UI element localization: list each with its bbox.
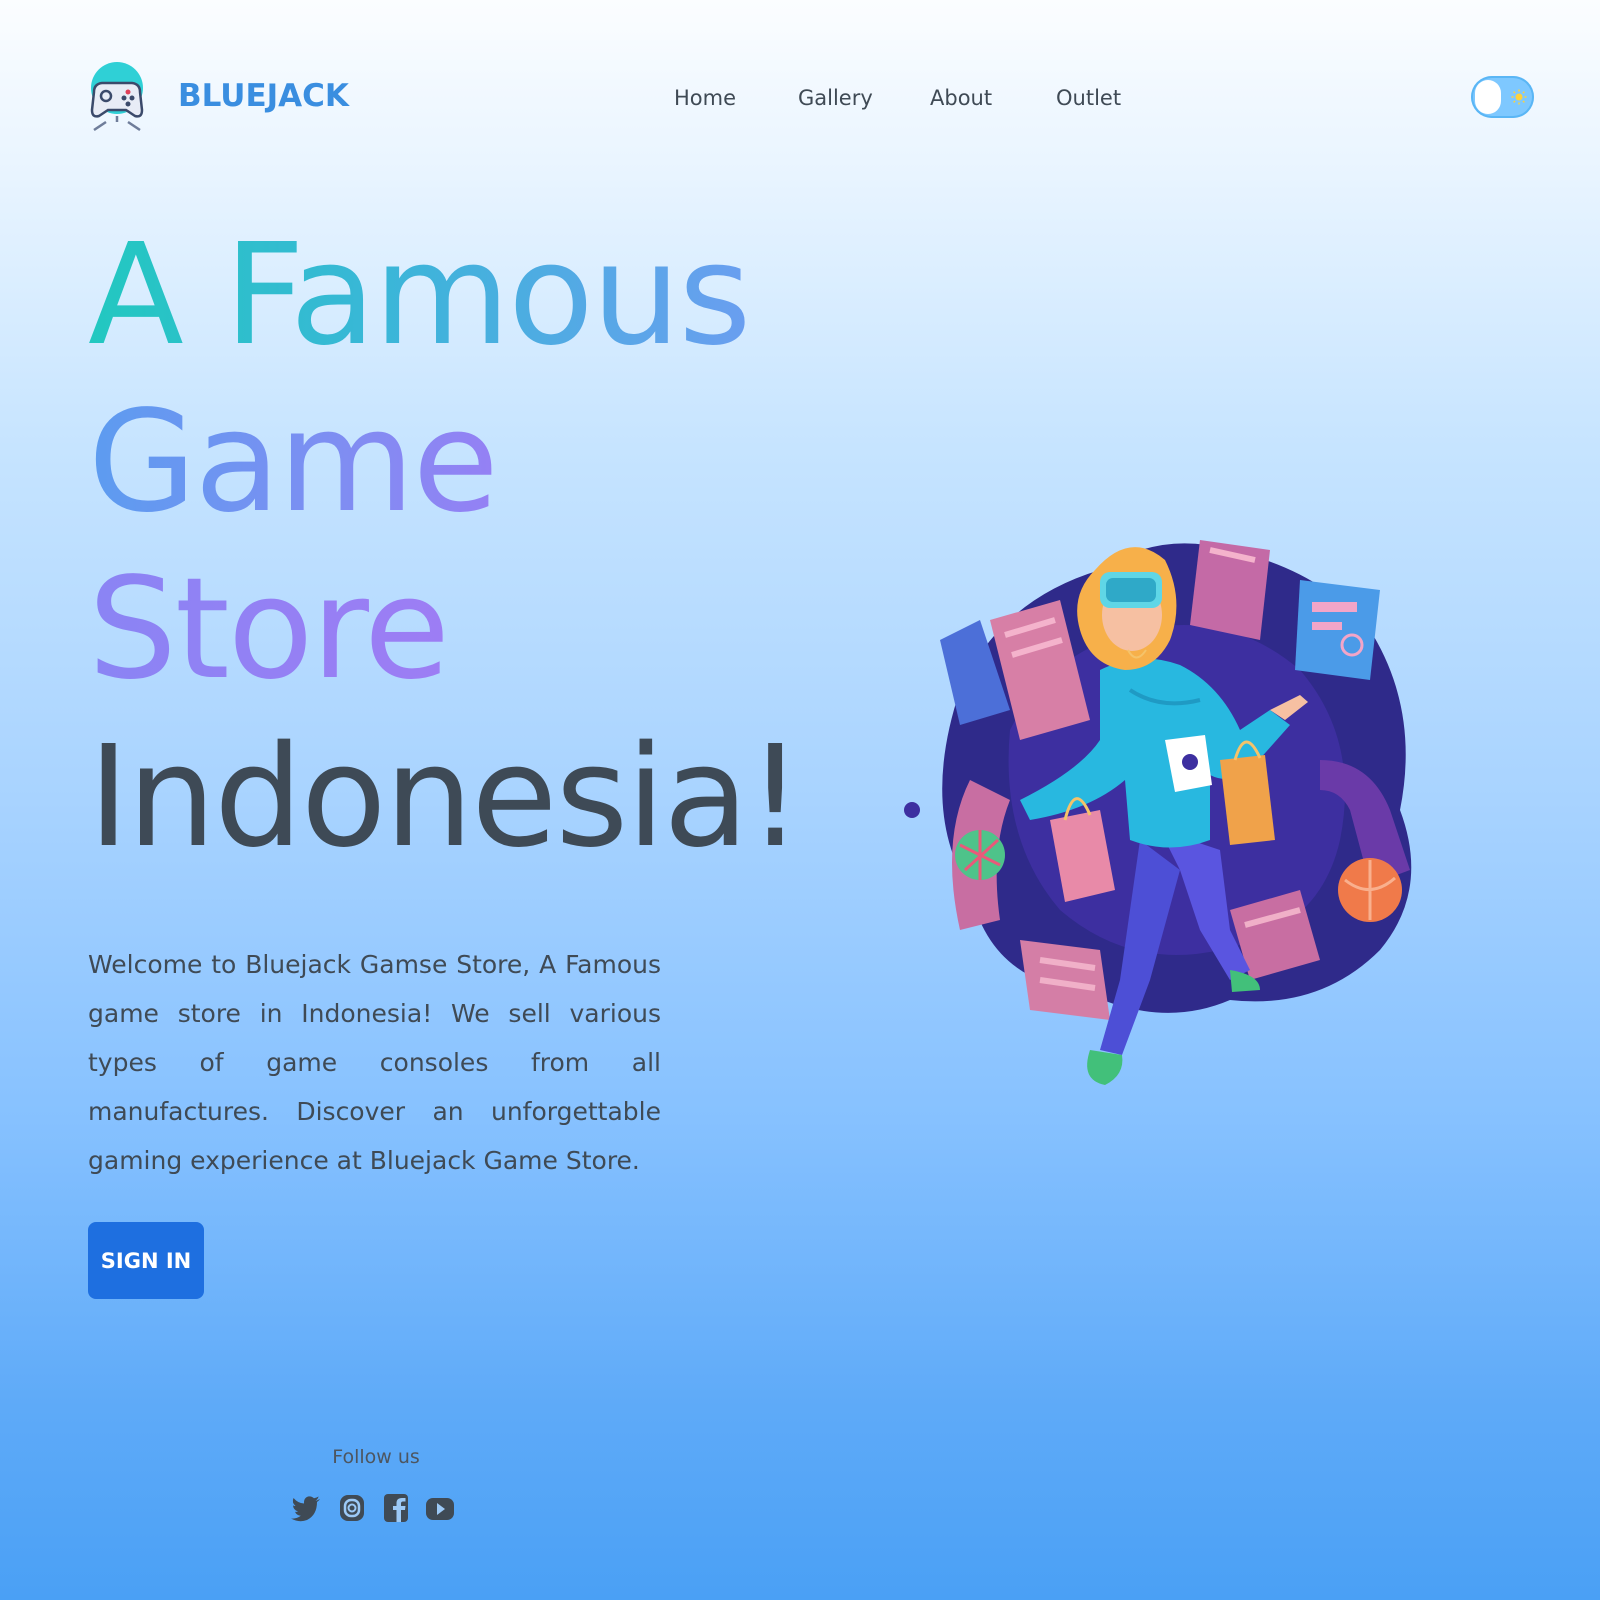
- nav-home[interactable]: Home: [674, 86, 736, 110]
- theme-toggle[interactable]: [1471, 76, 1534, 118]
- logo-icon[interactable]: [86, 58, 148, 136]
- hero-title-line-4: Indonesia!: [88, 716, 803, 879]
- twitter-icon[interactable]: [290, 1490, 322, 1526]
- toggle-knob: [1475, 80, 1501, 114]
- instagram-icon[interactable]: [336, 1490, 368, 1526]
- follow-us-label: Follow us: [332, 1446, 420, 1468]
- nav-gallery[interactable]: Gallery: [798, 86, 873, 110]
- hero-title-line-3: Store: [88, 548, 450, 711]
- hero-title-line-1: A Famous: [88, 214, 751, 377]
- hero-title-line-2: Game: [88, 381, 499, 544]
- sun-icon: [1511, 89, 1527, 105]
- facebook-icon[interactable]: [380, 1490, 412, 1526]
- nav-about[interactable]: About: [930, 86, 992, 110]
- vr-shopping-illustration: [904, 540, 1412, 1085]
- brand-name[interactable]: BLUEJACK: [178, 78, 349, 114]
- sign-in-button[interactable]: SIGN IN: [88, 1222, 204, 1299]
- hero-description: Welcome to Bluejack Gamse Store, A Famou…: [88, 950, 661, 1175]
- nav-outlet[interactable]: Outlet: [1056, 86, 1121, 110]
- youtube-icon[interactable]: [424, 1490, 456, 1526]
